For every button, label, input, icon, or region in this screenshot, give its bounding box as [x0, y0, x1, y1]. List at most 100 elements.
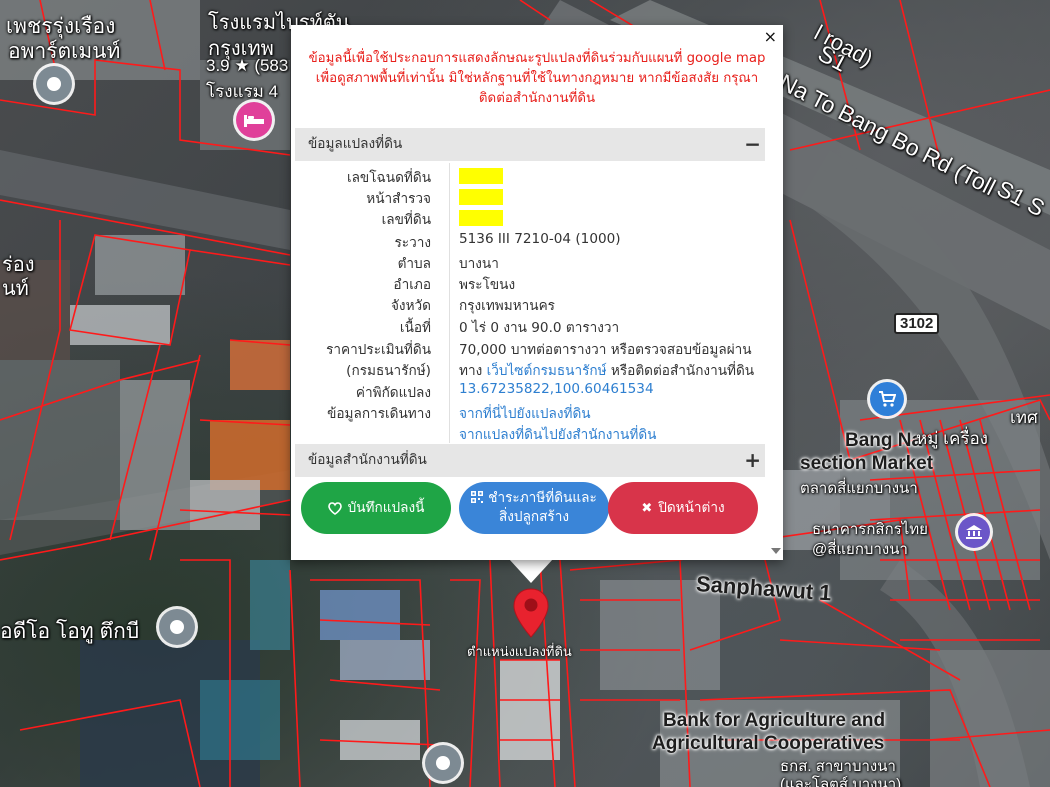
map-poi-market[interactable]	[870, 382, 904, 416]
value-subdistrict: บางนา	[459, 256, 499, 272]
row-area: เนื้อที่ 0 ไร่ 0 งาน 90.0 ตารางวา	[295, 316, 765, 337]
row-appraisal-price: ราคาประเมินที่ดิน 70,000 บาทต่อตารางวา ห…	[295, 338, 765, 359]
map-poi-hotel[interactable]	[236, 102, 272, 138]
map-pin-icon	[513, 588, 549, 638]
value-treasury: ทาง เว็บไซต์กรมธนารักษ์ หรือติดต่อสำนักง…	[459, 359, 754, 381]
save-parcel-button[interactable]: บันทึกแปลงนี้	[301, 482, 451, 534]
value-sheet: 5136 III 7210-04 (1000)	[459, 231, 621, 247]
label-area: เนื้อที่	[399, 320, 431, 336]
map-label-hotel-type: โรงแรม 4	[206, 82, 279, 101]
section-parcel-info-header[interactable]: ข้อมูลแปลงที่ดิน −	[295, 128, 765, 161]
parcel-info-popup: × ข้อมูลนี้เพื่อใช้ประกอบการแสดงลักษณะรู…	[291, 25, 783, 560]
label-land-number: เลขที่ดิน	[381, 212, 431, 228]
map-label-kbank-2: @สี่แยกบางนา	[812, 541, 908, 558]
label-appraisal-price: ราคาประเมินที่ดิน	[326, 342, 431, 358]
directions-to-parcel-link[interactable]: จากที่นี่ไปยังแปลงที่ดิน	[459, 406, 591, 422]
poi-dot-icon	[47, 77, 61, 91]
close-window-label: ปิดหน้าต่าง	[658, 499, 725, 516]
save-parcel-label: บันทึกแปลงนี้	[347, 499, 425, 516]
collapse-icon[interactable]: −	[744, 128, 761, 161]
poi-dot-icon	[170, 620, 184, 634]
label-sheet: ระวาง	[394, 235, 431, 251]
popup-tail	[509, 559, 553, 583]
poi-dot-icon	[436, 756, 450, 770]
map-label-market-1: Bang Na	[845, 430, 923, 451]
treasury-website-link[interactable]: เว็บไซต์กรมธนารักษ์	[487, 363, 607, 379]
bed-icon	[244, 115, 264, 127]
disclaimer-text: ข้อมูลนี้เพื่อใช้ประกอบการแสดงลักษณะรูปแ…	[291, 49, 783, 109]
redacted-highlight	[459, 189, 503, 205]
section-parcel-info-title: ข้อมูลแปลงที่ดิน	[308, 136, 403, 152]
map-label-apartment-2: อพาร์ตเมนท์	[8, 40, 121, 63]
treasury-prefix: ทาง	[459, 363, 487, 379]
section-land-office-header[interactable]: ข้อมูลสำนักงานที่ดิน +	[295, 444, 765, 477]
row-directions-office: จากแปลงที่ดินไปยังสำนักงานที่ดิน	[295, 423, 765, 444]
qr-code-icon	[471, 491, 484, 503]
parcel-marker-label: ตำแหน่งแปลงที่ดิน	[467, 645, 572, 660]
row-survey-page: หน้าสำรวจ	[295, 187, 765, 208]
value-survey-page	[459, 187, 503, 205]
disclaimer-line-3: ติดต่อสำนักงานที่ดิน	[478, 91, 596, 106]
label-province: จังหวัด	[390, 298, 431, 314]
pay-land-tax-label-1: ชำระภาษีที่ดินและ	[488, 490, 597, 506]
label-survey-page: หน้าสำรวจ	[366, 191, 431, 207]
popup-close-icon[interactable]: ×	[764, 27, 777, 46]
map-label-hotel-rating: 3.9 ★ (583	[206, 56, 289, 75]
close-window-button[interactable]: ✖ ปิดหน้าต่าง	[608, 482, 758, 534]
map-poi-bottom[interactable]	[425, 745, 461, 781]
value-land-number	[459, 208, 503, 226]
coordinates-link[interactable]: 13.67235822,100.60461534	[459, 381, 654, 397]
value-appraisal-price: 70,000 บาทต่อตารางวา หรือตรวจสอบข้อมูลผ่…	[459, 342, 752, 358]
row-treasury: (กรมธนารักษ์) ทาง เว็บไซต์กรมธนารักษ์ หร…	[295, 359, 765, 380]
disclaimer-line-2: เพื่อดูสภาพพื้นที่เท่านั้น มิใช่หลักฐานท…	[315, 71, 759, 86]
label-treasury: (กรมธนารักษ์)	[346, 363, 431, 379]
heart-icon	[327, 501, 342, 515]
pay-land-tax-label-2: สิ่งปลูกสร้าง	[499, 509, 569, 525]
map-label-baac-1: Bank for Agriculture and	[663, 710, 886, 731]
scroll-down-icon[interactable]	[771, 548, 781, 554]
map-label-market-2: section Market	[800, 453, 934, 474]
map-label-left-2: นท์	[2, 278, 29, 300]
section-land-office-title: ข้อมูลสำนักงานที่ดิน	[308, 452, 427, 468]
row-subdistrict: ตำบล บางนา	[295, 252, 765, 273]
value-deed-number	[459, 166, 503, 184]
value-district: พระโขนง	[459, 277, 516, 293]
value-area: 0 ไร่ 0 งาน 90.0 ตารางวา	[459, 320, 620, 336]
row-directions: ข้อมูลการเดินทาง จากที่นี่ไปยังแปลงที่ดิ…	[295, 402, 765, 423]
map-poi-bank[interactable]	[958, 516, 990, 548]
map-label-market-thai: ตลาดสี่แยกบางนา	[800, 480, 918, 497]
pay-land-tax-button[interactable]: ชำระภาษีที่ดินและ สิ่งปลูกสร้าง	[459, 482, 609, 534]
row-sheet: ระวาง 5136 III 7210-04 (1000)	[295, 231, 765, 252]
row-district: อำเภอ พระโขนง	[295, 273, 765, 294]
label-deed-number: เลขโฉนดที่ดิน	[346, 170, 431, 186]
close-icon: ✖	[641, 500, 653, 516]
parcel-marker[interactable]	[513, 588, 549, 642]
row-province: จังหวัด กรุงเทพมหานคร	[295, 294, 765, 315]
label-district: อำเภอ	[393, 277, 431, 293]
disclaimer-line-1: ข้อมูลนี้เพื่อใช้ประกอบการแสดงลักษณะรูปแ…	[308, 51, 766, 66]
treasury-suffix: หรือติดต่อสำนักงานที่ดิน	[606, 363, 755, 379]
row-deed-number: เลขโฉนดที่ดิน	[295, 166, 765, 187]
label-directions: ข้อมูลการเดินทาง	[327, 406, 431, 422]
popup-scroll-area[interactable]: ข้อมูลแปลงที่ดิน − เลขโฉนดที่ดิน หน้าสำร…	[291, 128, 768, 556]
map-label-market-right-1: เทศ	[1010, 408, 1038, 427]
redacted-highlight	[459, 168, 503, 184]
map-label-market-right-2: หมู่ เครื่อง	[916, 429, 988, 448]
row-coordinates: ค่าพิกัดแปลง 13.67235822,100.60461534	[295, 381, 765, 402]
directions-to-office-link[interactable]: จากแปลงที่ดินไปยังสำนักงานที่ดิน	[459, 427, 656, 443]
redacted-highlight	[459, 210, 503, 226]
label-coordinates: ค่าพิกัดแปลง	[355, 385, 431, 401]
value-province: กรุงเทพมหานคร	[459, 298, 555, 314]
route-shield-3102: 3102	[894, 313, 940, 334]
label-subdistrict: ตำบล	[397, 256, 431, 272]
popup-scrollbar[interactable]	[769, 128, 781, 556]
map-label-baac-2: Agricultural Cooperatives	[652, 733, 885, 754]
shopping-cart-icon	[879, 391, 896, 407]
expand-icon[interactable]: +	[744, 444, 761, 477]
map-poi-ideo[interactable]	[159, 609, 195, 645]
map-label-baac-thai-2: (และโลตส์ บางนา)	[780, 776, 902, 787]
map-label-ideo: อดีโอ โอทู ตึกบี	[0, 620, 140, 643]
map-poi-apartment[interactable]	[36, 66, 72, 102]
row-land-number: เลขที่ดิน	[295, 208, 765, 229]
bank-icon	[966, 525, 982, 539]
